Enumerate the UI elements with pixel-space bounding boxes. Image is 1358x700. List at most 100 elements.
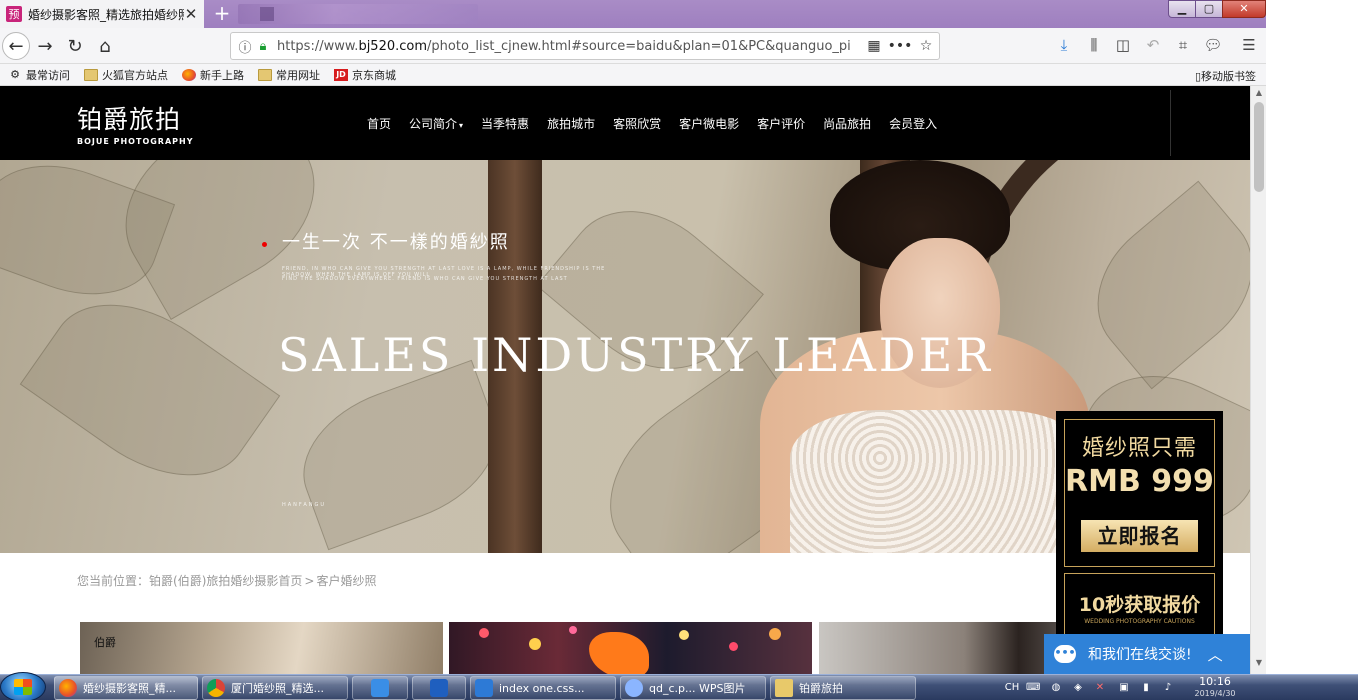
info-icon[interactable]: ⓘ <box>235 37 255 56</box>
nav-premium-travel[interactable]: 尚品旅拍 <box>823 115 871 132</box>
back-button[interactable]: ← <box>2 32 30 60</box>
live-chat-bar[interactable]: ••• 和我们在线交谈! ︿ <box>1044 634 1251 674</box>
bokeh-light <box>769 628 781 640</box>
chat-label: 和我们在线交谈! <box>1088 647 1192 663</box>
promo-offer-box: 婚纱照只需 RMB 999 立即报名 <box>1064 419 1215 567</box>
sidebar-icon[interactable]: ◫ <box>1112 36 1134 54</box>
forward-button[interactable]: → <box>30 31 60 61</box>
nav-customer-photos[interactable]: 客照欣赏 <box>613 115 661 132</box>
reload-button[interactable]: ↻ <box>60 31 90 61</box>
taskbar-app[interactable] <box>352 676 408 700</box>
download-icon[interactable]: ⤓ <box>1053 36 1075 54</box>
tab-inactive[interactable] <box>238 4 478 24</box>
bokeh-light <box>729 642 738 651</box>
promo-headline: 婚纱照只需 <box>1081 436 1197 461</box>
nav-travel-cities[interactable]: 旅拍城市 <box>547 115 595 132</box>
signal-icon[interactable]: ▮ <box>1140 682 1152 694</box>
scroll-thumb[interactable] <box>1254 102 1264 192</box>
url-bar[interactable]: ⓘ 🔒︎ https://www.bj520.com/photo_list_cj… <box>230 32 940 60</box>
taskbar-app[interactable] <box>412 676 466 700</box>
tray-app-icon[interactable]: ◍ <box>1050 682 1062 694</box>
nav-member-login[interactable]: 会员登入 <box>889 115 937 132</box>
bookmark-common-sites[interactable]: 常用网址 <box>258 67 320 83</box>
menu-icon[interactable]: ☰ <box>1238 36 1260 54</box>
wps-picture-icon <box>625 679 643 697</box>
undo-icon[interactable]: ↶ <box>1142 36 1164 54</box>
tab-active[interactable]: 预 婚纱摄影客照_精选旅拍婚纱照 ✕ <box>0 0 204 28</box>
signup-button[interactable]: 立即报名 <box>1081 520 1198 552</box>
nav-home[interactable]: 首页 <box>367 115 391 132</box>
page-scrollbar[interactable]: ▲ ▼ <box>1250 86 1266 674</box>
url-text[interactable]: https://www.bj520.com/photo_list_cjnew.h… <box>277 39 861 54</box>
tray-app-icon[interactable]: ▣ <box>1118 682 1130 694</box>
thumbnail-caption: 伯爵 <box>94 636 116 649</box>
start-button[interactable] <box>0 672 46 700</box>
bokeh-light <box>529 638 541 650</box>
taskbar-firefox[interactable]: 婚纱摄影客照_精... <box>54 676 198 700</box>
taskbar-chrome[interactable]: 厦门婚纱照_精选... <box>202 676 348 700</box>
vscode-icon <box>475 679 493 697</box>
hero-model-dress <box>790 410 1090 553</box>
breadcrumb-separator: > <box>304 574 315 588</box>
taskbar-wps[interactable]: qd_c.p... WPS图片 <box>620 676 766 700</box>
screenshot-icon[interactable]: ⌗ <box>1172 36 1194 54</box>
jd-icon: JD <box>334 68 348 81</box>
chrome-icon <box>207 679 225 697</box>
bookmark-getting-started[interactable]: 新手上路 <box>182 67 244 83</box>
mobile-bookmarks[interactable]: ▯移动版书签 <box>1195 68 1256 84</box>
page-actions-icon[interactable]: ••• <box>887 38 913 54</box>
folder-icon <box>258 68 272 81</box>
library-icon[interactable]: ⫼ <box>1083 36 1105 54</box>
chat-bubble-icon[interactable]: 💬︎ <box>1202 36 1224 54</box>
scroll-down-arrow-icon[interactable]: ▼ <box>1251 658 1266 672</box>
bookmarks-toolbar: ⚙ 最常访问 火狐官方站点 新手上路 常用网址 JD 京东商城 ▯移动版书签 <box>0 64 1266 86</box>
site-logo[interactable]: 铂爵旅拍 BOJUE PHOTOGRAPHY <box>77 100 194 146</box>
bookmark-star-icon[interactable]: ☆ <box>913 38 939 54</box>
new-tab-button[interactable]: + <box>210 2 234 26</box>
folder-icon <box>84 68 98 81</box>
chevron-up-icon[interactable]: ︿ <box>1208 644 1223 665</box>
app-icon <box>371 679 389 697</box>
bokeh-light <box>479 628 489 638</box>
quote-headline: 10秒获取报价 <box>1078 594 1201 616</box>
firefox-icon <box>59 679 77 697</box>
system-clock[interactable]: 10:16 2019/4/30 <box>1190 676 1240 700</box>
nav-reviews[interactable]: 客户评价 <box>757 115 805 132</box>
navigation-toolbar: ← → ↻ ⌂ ⓘ 🔒︎ https://www.bj520.com/photo… <box>0 28 1266 64</box>
language-indicator[interactable]: CH <box>1004 682 1020 694</box>
app-grid-icon <box>430 679 448 697</box>
taskbar-vscode[interactable]: index one.css... <box>470 676 616 700</box>
nav-seasonal-offers[interactable]: 当季特惠 <box>481 115 529 132</box>
gallery-thumbnail[interactable]: 伯爵 <box>80 622 443 674</box>
hero-dot <box>262 242 267 247</box>
breadcrumb-home-link[interactable]: 铂爵(伯爵)旅拍婚纱摄影首页 <box>149 574 302 588</box>
bookmark-firefox-official[interactable]: 火狐官方站点 <box>84 67 168 83</box>
chat-icon: ••• <box>1054 645 1076 663</box>
taskbar-folder[interactable]: 铂爵旅拍 <box>770 676 916 700</box>
page-viewport: 铂爵旅拍 BOJUE PHOTOGRAPHY 首页 公司简介 ▾ 当季特惠 旅拍城… <box>0 86 1266 674</box>
breadcrumb: 您当前位置：铂爵(伯爵)旅拍婚纱摄影首页 > 客户婚纱照 <box>77 572 376 589</box>
site-favicon-icon: 预 <box>6 6 22 22</box>
window-close-button[interactable]: ✕ <box>1222 0 1266 18</box>
lock-icon[interactable]: 🔒︎ <box>255 39 271 54</box>
nav-about[interactable]: 公司简介 ▾ <box>409 115 463 132</box>
keyboard-icon[interactable]: ⌨ <box>1026 682 1040 694</box>
hero-signature: HANFANGU <box>282 502 327 508</box>
bookmark-jd[interactable]: JD 京东商城 <box>334 67 396 83</box>
hero-leaf <box>283 359 517 551</box>
nav-micro-films[interactable]: 客户微电影 <box>679 115 739 132</box>
system-tray: CH ⌨ ◍ ◈ ✕ ▣ ▮ ♪ <box>1000 675 1358 700</box>
window-maximize-button[interactable]: ▢ <box>1195 0 1223 18</box>
home-button[interactable]: ⌂ <box>90 31 120 61</box>
bokeh-light <box>569 626 577 634</box>
scroll-up-arrow-icon[interactable]: ▲ <box>1251 88 1266 102</box>
volume-icon[interactable]: ♪ <box>1162 682 1174 694</box>
tab-close-icon[interactable]: ✕ <box>184 5 198 23</box>
bookmark-most-visited[interactable]: ⚙ 最常访问 <box>8 67 70 83</box>
gallery-thumbnail[interactable] <box>449 622 812 674</box>
window-minimize-button[interactable]: ▁ <box>1168 0 1196 18</box>
qr-code-icon[interactable]: ▦ <box>861 38 887 54</box>
network-warning-icon[interactable]: ✕ <box>1094 682 1106 694</box>
windows-taskbar: 婚纱摄影客照_精... 厦门婚纱照_精选... index one.css...… <box>0 672 1358 700</box>
tray-app-icon[interactable]: ◈ <box>1072 682 1084 694</box>
